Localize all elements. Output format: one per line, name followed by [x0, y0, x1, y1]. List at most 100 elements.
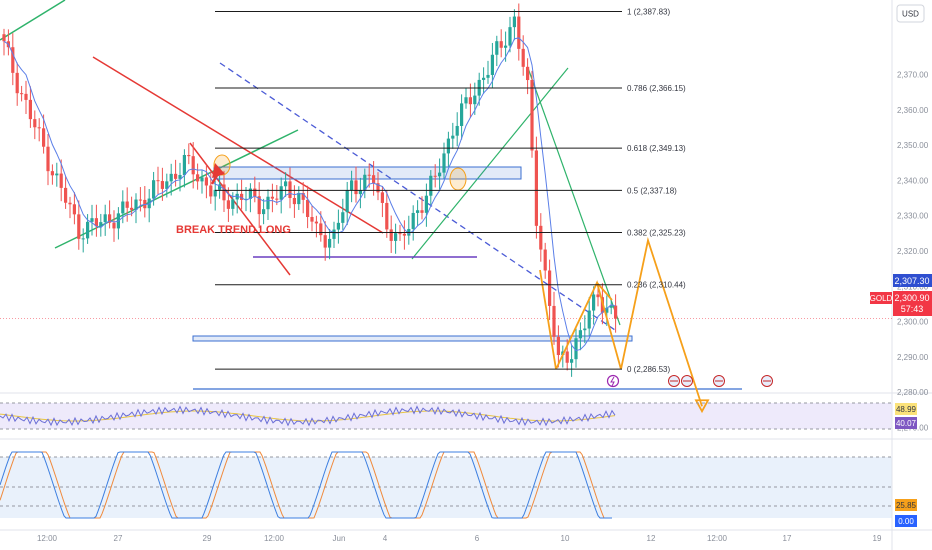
candle-body	[398, 233, 402, 235]
candle-body	[288, 181, 292, 198]
candle-body	[438, 172, 442, 177]
candle-countdown: 57:43	[901, 304, 924, 314]
candle-body	[486, 74, 490, 78]
candle-body	[504, 45, 508, 48]
candle-body	[539, 225, 543, 250]
candle-body	[15, 72, 19, 94]
fib-level-label: 0.786 (2,366.15)	[627, 84, 686, 93]
rsi-value-a: 48.99	[896, 405, 917, 414]
candle-body	[354, 180, 358, 195]
candle-body	[517, 16, 521, 49]
candle-body	[204, 177, 208, 186]
time-tick-label: 29	[203, 534, 212, 543]
fib-level-label: 0.236 (2,310.44)	[627, 281, 686, 290]
price-tick-label: 2,360.00	[897, 106, 929, 115]
candle-body	[209, 185, 213, 197]
price-tick-label: 2,320.00	[897, 247, 929, 256]
price-tick-label: 2,330.00	[897, 212, 929, 221]
highlight-circle	[449, 167, 467, 191]
candle-body	[341, 212, 345, 223]
candle-body	[81, 238, 85, 240]
stoch-k-value: 25.85	[896, 501, 917, 510]
currency-button[interactable]: USD	[896, 4, 925, 23]
price-tick-label: 2,290.00	[897, 353, 929, 362]
stoch-d-tag: 0.00	[895, 515, 917, 527]
support-zone-box	[192, 335, 633, 342]
candle-body	[292, 197, 296, 205]
candle-body	[112, 222, 116, 229]
time-tick-label: 19	[873, 534, 882, 543]
pane-backgrounds	[0, 0, 932, 550]
fib-level-label: 0.618 (2,349.13)	[627, 144, 686, 153]
candle-body	[556, 336, 560, 356]
candle-body	[174, 173, 178, 179]
candle-body	[191, 156, 195, 175]
rsi-value-a-tag: 48.99	[895, 403, 917, 415]
candle-body	[50, 171, 54, 176]
candle-body	[433, 175, 437, 177]
resistance-zone-box	[213, 166, 522, 180]
currency-label: USD	[902, 10, 919, 19]
candle-body	[442, 153, 446, 173]
break-trend-label: BREAK TREND LONG	[176, 224, 291, 236]
time-tick-label: 12:00	[264, 534, 285, 543]
candle-body	[169, 173, 173, 182]
time-tick-label: 12	[647, 534, 656, 543]
trading-chart[interactable]: 1 (2,387.83) 0.786 (2,366.15) 0.618 (2,349…	[0, 0, 932, 550]
candle-body	[429, 175, 433, 196]
candle-body	[125, 201, 129, 208]
candle-body	[33, 119, 37, 128]
candle-body	[90, 218, 94, 222]
candle-body	[596, 294, 600, 298]
fib-level-label: 0.382 (2,325.23)	[627, 229, 686, 238]
price-axis[interactable]: 2,370.00 2,360.00 2,350.00 2,340.00 2,330.00…	[897, 70, 929, 432]
candle-body	[530, 80, 534, 151]
price-tick-label: 2,280.00	[897, 388, 929, 397]
candle-body	[468, 97, 472, 105]
candle-body	[420, 210, 424, 213]
candle-body	[499, 41, 503, 48]
fib-level-label: 1 (2,387.83)	[627, 8, 670, 17]
candle-body	[328, 238, 332, 248]
time-tick-label: 27	[114, 534, 123, 543]
candle-body	[253, 188, 257, 197]
candle-body	[490, 54, 494, 75]
time-axis[interactable]: 12:00 27 29 12:00 Jun 4 6 10 12 12:00 17 19	[37, 534, 882, 543]
candle-body	[323, 235, 327, 248]
candle-body	[416, 210, 420, 213]
candle-body	[46, 146, 50, 172]
candle-body	[42, 128, 46, 147]
candle-body	[130, 207, 134, 210]
candle-body	[297, 192, 301, 205]
candle-body	[20, 93, 24, 95]
candle-body	[460, 103, 464, 126]
candle-body	[103, 214, 107, 223]
candle-body	[473, 95, 477, 105]
candle-body	[231, 199, 235, 209]
rsi-value-b: 40.07	[896, 419, 917, 428]
candle-body	[411, 212, 415, 229]
time-tick-label: 12:00	[37, 534, 58, 543]
candle-body	[64, 187, 68, 203]
candle-body	[402, 233, 406, 236]
candle-body	[262, 209, 266, 215]
candle-body	[275, 198, 279, 200]
candle-body	[319, 223, 323, 236]
candle-body	[587, 310, 591, 329]
main-pane[interactable]	[0, 0, 892, 391]
time-tick-label: 17	[783, 534, 792, 543]
candle-body	[526, 66, 530, 81]
candle-body	[156, 180, 160, 182]
candle-body	[310, 216, 314, 222]
candle-body	[552, 305, 556, 337]
candle-body	[121, 201, 125, 214]
candle-body	[350, 180, 354, 191]
last-price-tag: 2,300.90 57:43	[893, 291, 932, 316]
candle-body	[332, 229, 336, 239]
stoch-k-tag: 25.85	[895, 499, 917, 511]
candle-body	[270, 196, 274, 199]
upper-price-tag-value: 2,307.30	[894, 276, 929, 286]
chart-stage[interactable]: 1 (2,387.83) 0.786 (2,366.15) 0.618 (2,349…	[0, 0, 932, 550]
candle-body	[372, 175, 376, 184]
candle-body	[512, 16, 516, 28]
